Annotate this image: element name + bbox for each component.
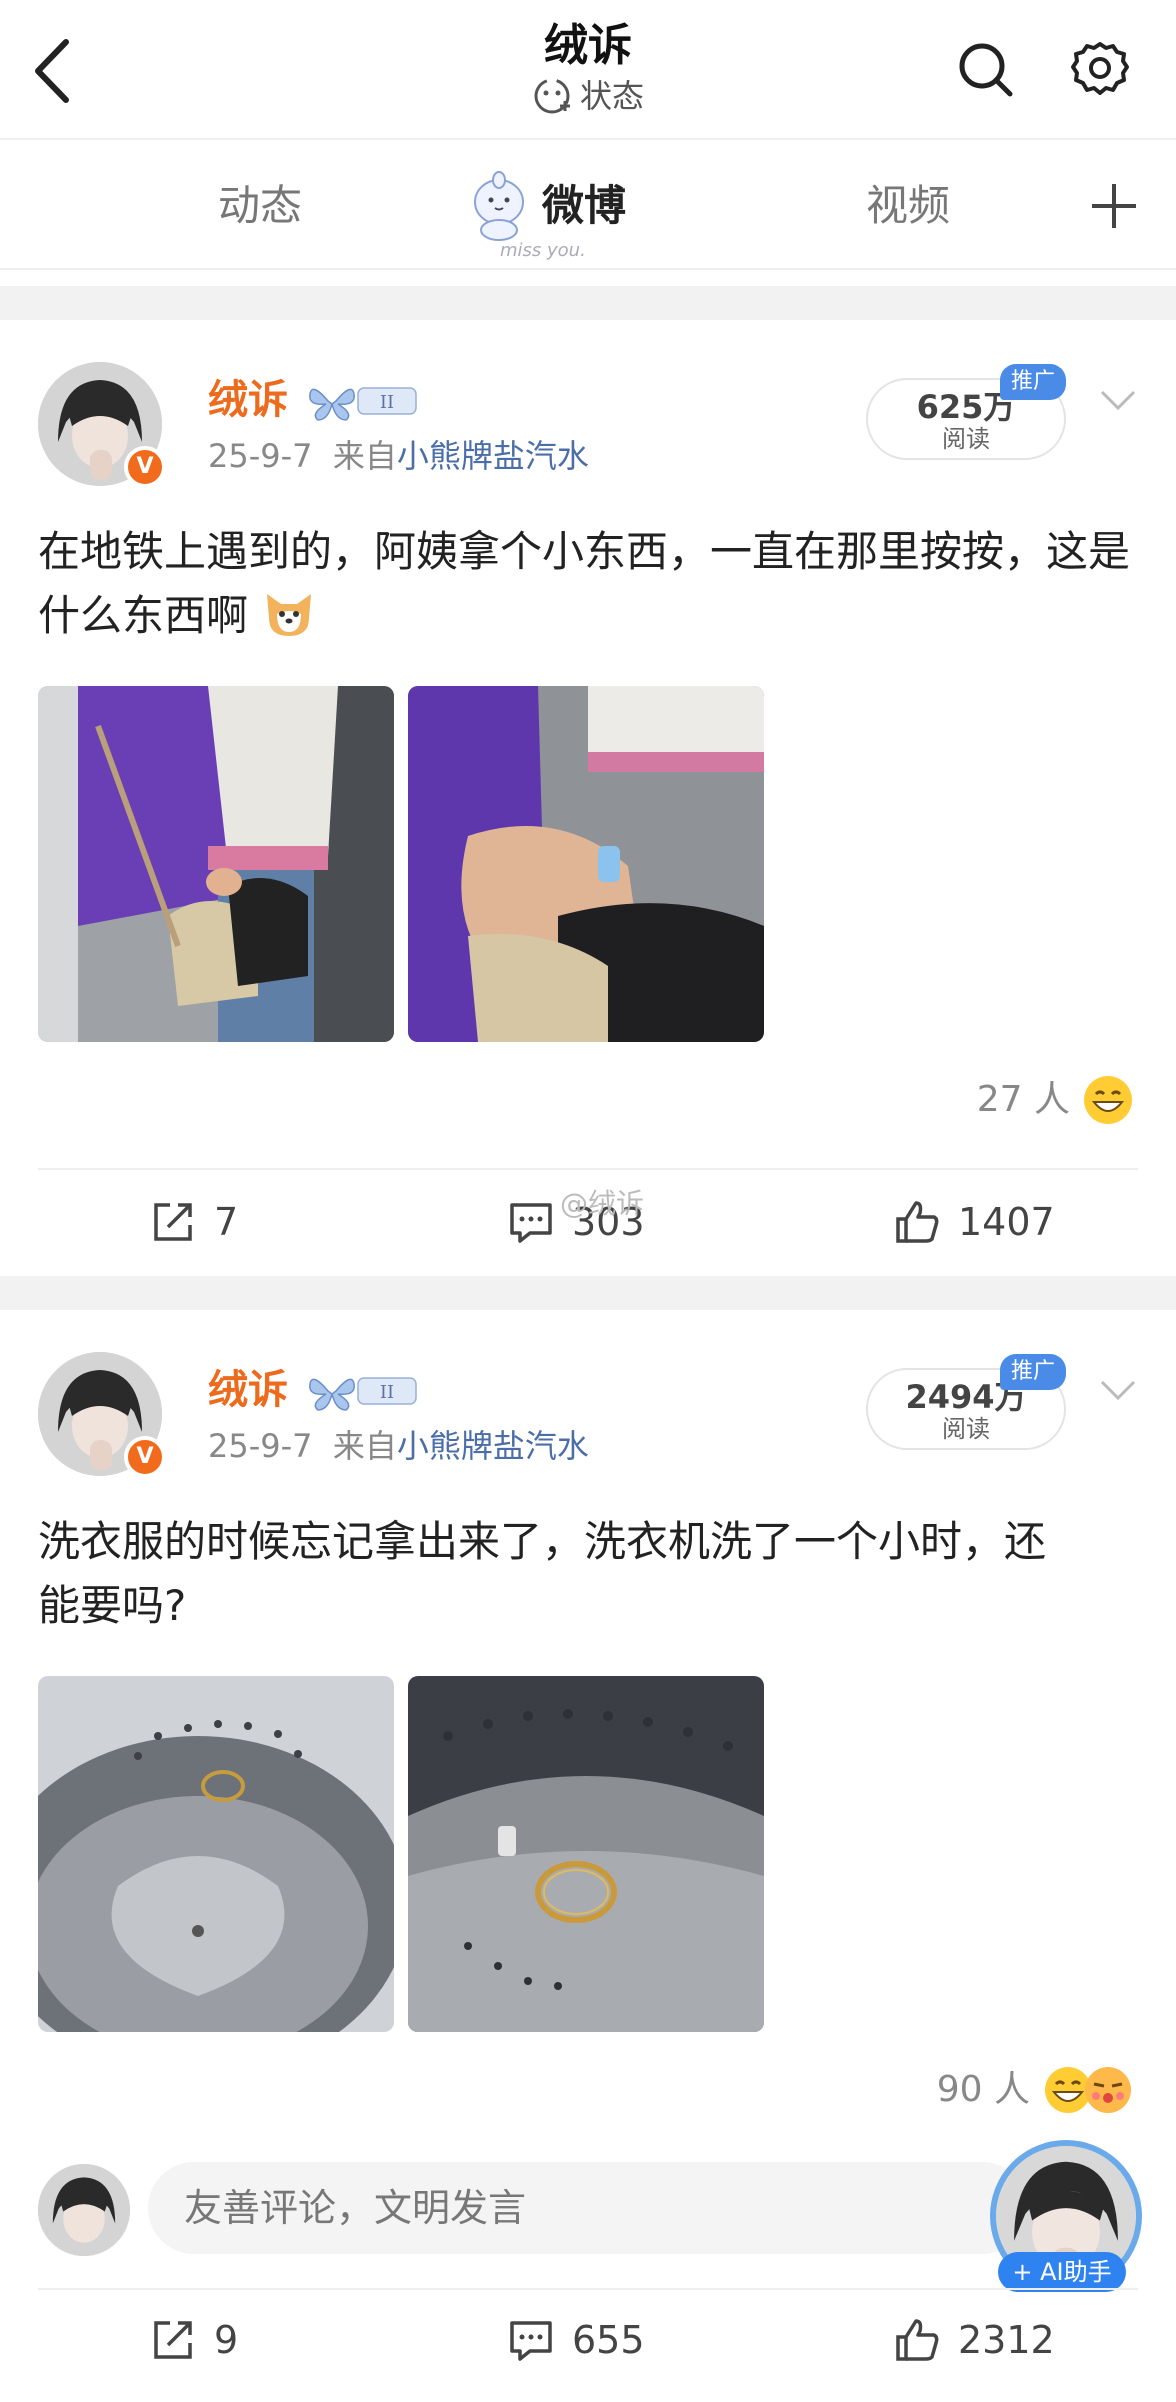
username[interactable]: 绒诉 (208, 374, 288, 426)
post-image[interactable] (408, 686, 764, 1042)
status-button[interactable]: 状态 (532, 74, 644, 118)
reaction-summary[interactable]: 27 人 (977, 1076, 1132, 1124)
tab-dynamics[interactable]: 动态 (218, 140, 302, 272)
like-count: 2312 (958, 2318, 1055, 2362)
username[interactable]: 绒诉 (208, 1364, 288, 1416)
chevron-down-icon[interactable] (1096, 386, 1140, 414)
profile-tabs: 动态 miss you. 微博 视频 (0, 138, 1176, 270)
read-label: 阅读 (942, 425, 990, 453)
thumbs-up-icon (896, 2319, 939, 2361)
settings-gear-icon[interactable] (1070, 40, 1130, 100)
post-meta: 25-9-7 来自小熊牌盐汽水 (208, 434, 589, 478)
comment-count: 655 (572, 2318, 645, 2362)
page-title: 绒诉 (544, 20, 632, 71)
ai-assistant-label[interactable]: + AI助手 (998, 2252, 1126, 2292)
status-face-icon (534, 78, 570, 114)
verified-badge-icon: V (124, 1436, 166, 1478)
back-arrow-icon[interactable] (28, 36, 78, 106)
post-meta: 25-9-7 来自小熊牌盐汽水 (208, 1424, 589, 1468)
comment-input[interactable]: 友善评论，文明发言 (148, 2162, 1028, 2254)
badge-level: II (380, 1382, 394, 1403)
title-block: 绒诉 状态 (388, 18, 788, 120)
post-date: 25-9-7 (208, 437, 313, 475)
my-avatar[interactable] (38, 2164, 130, 2256)
search-icon[interactable] (956, 40, 1016, 100)
reaction-count: 90 人 (936, 2069, 1030, 2110)
post-image[interactable] (38, 686, 394, 1042)
post-card[interactable]: V 绒诉 II 25-9-7 来自小熊牌盐汽水 625万 阅读 推广 在地铁上遇… (0, 320, 1176, 1276)
post-source-link[interactable]: 小熊牌盐汽水 (397, 437, 589, 475)
separator (0, 286, 1176, 320)
comment-icon (510, 2321, 552, 2361)
butterfly-badge-icon: II (309, 1377, 417, 1411)
post-image[interactable] (408, 1676, 764, 2032)
repost-button[interactable]: 9 (148, 2290, 238, 2390)
promote-badge[interactable]: 推广 (1000, 364, 1066, 400)
share-icon (154, 1203, 192, 1241)
read-label: 阅读 (942, 1415, 990, 1443)
repost-count: 7 (214, 1200, 239, 1244)
comment-button[interactable]: 655 (506, 2290, 645, 2390)
butterfly-badge-icon: II (309, 387, 417, 421)
badge-level: II (380, 392, 394, 413)
tab-weibo[interactable]: 微博 (542, 140, 626, 272)
like-count: 1407 (958, 1200, 1055, 1244)
kiss-emoji-icon (1085, 2067, 1131, 2113)
post-text: 在地铁上遇到的，阿姨拿个小东西，一直在那里按按，这是什么东西啊 (38, 527, 1131, 640)
from-prefix: 来自 (332, 1427, 397, 1465)
post-card[interactable]: V 绒诉 II 25-9-7 来自小熊牌盐汽水 2494万 阅读 推广 洗衣服的… (0, 1310, 1176, 2150)
tab-video[interactable]: 视频 (866, 140, 950, 272)
share-icon (154, 2321, 192, 2359)
post-image[interactable] (38, 1676, 394, 2032)
like-button[interactable]: 1407 (892, 1172, 1055, 1272)
comment-icon (510, 1203, 552, 1243)
from-prefix: 来自 (332, 437, 397, 475)
separator (0, 1276, 1176, 1310)
grin-emoji-icon (1084, 1076, 1132, 1124)
reaction-summary[interactable]: 90 人 (937, 2066, 1132, 2114)
post-date: 25-9-7 (208, 1427, 313, 1465)
status-label: 状态 (579, 77, 644, 115)
post-text: 洗衣服的时候忘记拿出来了，洗衣机洗了一个小时，还能要吗? (38, 1517, 1047, 1630)
chevron-down-icon[interactable] (1096, 1376, 1140, 1404)
thumbs-up-icon (896, 1201, 939, 1243)
dog-emoji-icon (267, 594, 312, 636)
watermark: @绒诉 (560, 1187, 645, 1220)
promote-badge[interactable]: 推广 (1000, 1354, 1066, 1390)
post-source-link[interactable]: 小熊牌盐汽水 (397, 1427, 589, 1465)
repost-count: 9 (214, 2318, 239, 2362)
reaction-count: 27 人 (976, 1079, 1070, 1120)
post-actions: 9 655 2312 (0, 2288, 1176, 2390)
plus-icon[interactable] (1088, 180, 1140, 232)
verified-badge-icon: V (124, 446, 166, 488)
repost-button[interactable]: 7 (148, 1172, 238, 1272)
reaction-emojis (1044, 2066, 1132, 2114)
divider (38, 1168, 1138, 1170)
like-button[interactable]: 2312 (892, 2290, 1055, 2390)
top-bar: 绒诉 状态 (0, 0, 1176, 138)
